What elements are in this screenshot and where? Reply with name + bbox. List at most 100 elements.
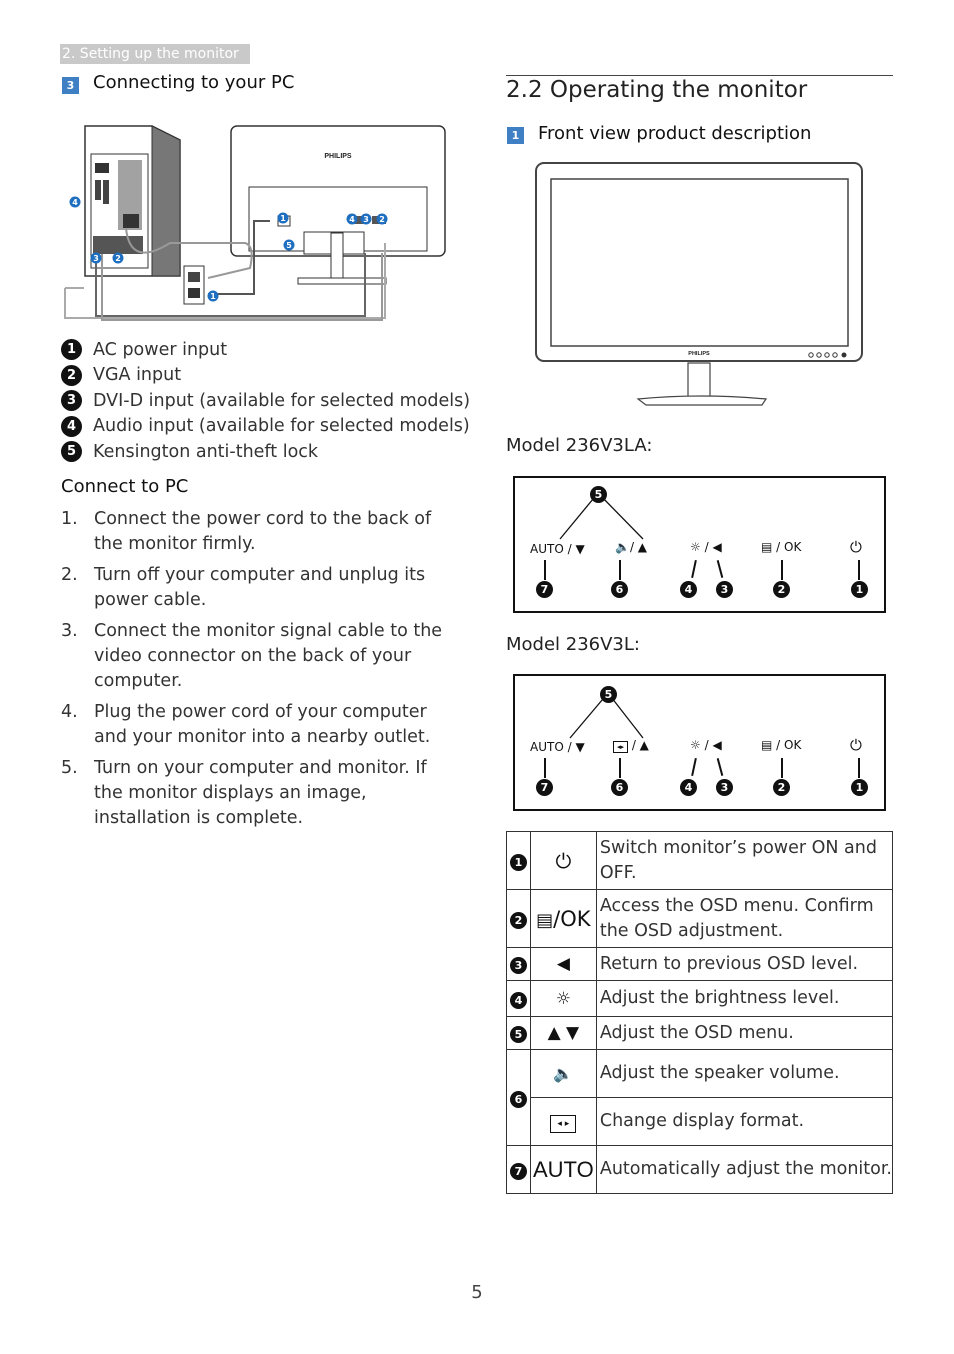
legend-text: VGA input	[93, 365, 182, 386]
step-number: 4.	[61, 702, 78, 722]
row-number: 7	[509, 1162, 527, 1180]
table-row: 2 ▤/OK Access the OSD menu. Confirm the …	[506, 889, 894, 948]
display-format-icon: ◂ ▸	[529, 1097, 597, 1146]
speaker-icon: 🔈	[615, 540, 630, 554]
legend-text: Audio input (available for selected mode…	[93, 416, 470, 437]
callout-2-pc: 2	[115, 254, 121, 263]
table-row: 6 🔈 Adjust the speaker volume.	[506, 1049, 894, 1146]
callout-number: 4	[680, 779, 697, 796]
callout-2-monitor: 2	[379, 215, 385, 224]
callout-number: 7	[536, 779, 553, 796]
table-row: 7 AUTO Automatically adjust the monitor.	[506, 1145, 894, 1194]
menu-ok-button-label: ▤ / OK	[761, 738, 802, 752]
callout-number: 3	[716, 581, 733, 598]
callout-number: 6	[611, 779, 628, 796]
legend-item: 3 DVI-D input (available for selected mod…	[61, 388, 470, 414]
step-item: 5. Turn on your computer and monitor. If …	[61, 756, 451, 831]
breadcrumb: 2. Setting up the monitor	[60, 44, 250, 64]
row-description: Return to previous OSD level.	[595, 947, 894, 981]
model-label-236v3l: Model 236V3L:	[506, 634, 640, 655]
callout-4-pc: 4	[72, 198, 78, 207]
menu-icon: ▤	[761, 738, 773, 752]
callout-3-pc: 3	[93, 254, 99, 263]
callout-1-outlet: 1	[210, 292, 216, 301]
page-number: 5	[471, 1282, 483, 1303]
power-icon: ⏻	[850, 538, 862, 556]
row-number: 1	[509, 853, 527, 871]
display-format-icon: ◂▸	[613, 741, 628, 753]
legend-text: DVI-D input (available for selected mode…	[93, 390, 471, 411]
menu-ok-button-label: ▤ / OK	[761, 540, 802, 554]
menu-icon: ▤	[761, 540, 773, 554]
callout-number: 1	[851, 779, 868, 796]
volume-up-button-label: 🔈/ ▲	[615, 540, 648, 554]
step-item: 4. Plug the power cord of your computer a…	[61, 700, 451, 750]
row-description: Access the OSD menu. Confirm the OSD adj…	[595, 889, 894, 948]
auto-down-button-label: AUTO / ▼	[530, 740, 585, 754]
callout-number: 7	[536, 581, 553, 598]
row-description: Adjust the brightness level.	[595, 980, 894, 1017]
callout-number: 2	[773, 581, 790, 598]
brightness-icon: ☼	[529, 980, 597, 1017]
table-row: 1 ⏻ Switch monitor’s power ON and OFF.	[506, 831, 894, 890]
legend-text: AC power input	[93, 339, 228, 360]
table-row: 4 ☼ Adjust the brightness level.	[506, 980, 894, 1017]
menu-ok-icon: ▤/OK	[529, 889, 597, 948]
row-number: 5	[509, 1026, 527, 1043]
button-panel-236v3la: 5 AUTO / ▼ 🔈/ ▲ ☼ / ◀ ▤ / OK ⏻ 7 6 4 3 2…	[513, 476, 886, 613]
table-row: ◂ ▸ Change display format.	[507, 1097, 894, 1146]
step-text: Plug the power cord of your computer and…	[94, 702, 431, 747]
left-triangle-icon: ◀	[529, 947, 597, 981]
step-item: 2. Turn off your computer and unplug its …	[61, 563, 451, 613]
row-number: 2	[509, 911, 527, 929]
port-legend: 1 AC power input 2 VGA input 3 DVI-D input …	[61, 337, 470, 465]
legend-item: 5 Kensington anti-theft lock	[61, 439, 470, 465]
button-panel-236v3l: 5 AUTO / ▼ ◂▸ / ▲ ☼ / ◀ ▤ / OK ⏻ 7 6 4 3…	[513, 674, 886, 811]
chapter-title: 2.2 Operating the monitor	[506, 77, 808, 103]
number-badge: 5	[61, 441, 82, 463]
row-description: Switch monitor’s power ON and OFF.	[595, 831, 894, 890]
callout-number: 2	[773, 779, 790, 796]
section-number-badge: 1	[507, 127, 524, 144]
callout-1-monitor: 1	[280, 214, 286, 223]
step-text: Turn on your computer and monitor. If th…	[94, 758, 427, 828]
table-row: 5 ▲ ▼ Adjust the OSD menu.	[506, 1016, 894, 1050]
step-number: 3.	[61, 621, 78, 641]
brightness-left-button-label: ☼ / ◀	[690, 540, 722, 554]
row-description: Adjust the speaker volume.	[595, 1049, 894, 1098]
number-badge: 3	[61, 390, 82, 412]
monitor-back-brand: PHILIPS	[324, 153, 352, 160]
step-item: 3. Connect the monitor signal cable to th…	[61, 619, 451, 694]
legend-item: 1 AC power input	[61, 337, 470, 363]
step-text: Connect the power cord to the back of th…	[94, 509, 432, 554]
section-title: Connecting to your PC	[93, 72, 295, 93]
speaker-icon: 🔈	[529, 1049, 597, 1098]
number-badge: 2	[61, 364, 82, 386]
step-number: 2.	[61, 565, 78, 585]
section-number-badge: 3	[62, 77, 79, 94]
auto-down-button-label: AUTO / ▼	[530, 542, 585, 556]
power-icon: ⏻	[529, 831, 597, 890]
monitor-front-illustration: PHILIPS	[535, 162, 863, 406]
row-number: 3	[509, 957, 527, 974]
row-description: Automatically adjust the monitor.	[595, 1145, 894, 1194]
row-number: 6	[509, 1090, 527, 1108]
connect-heading: Connect to PC	[61, 476, 189, 497]
menu-icon: ▤	[536, 909, 554, 931]
table-row: 3 ◀ Return to previous OSD level.	[506, 947, 894, 981]
callout-number: 6	[611, 581, 628, 598]
steps-list: 1. Connect the power cord to the back of …	[61, 507, 451, 837]
step-number: 1.	[61, 509, 78, 529]
connection-diagram: PHILIPS 4 3 2 1 1 5 4 3 2	[64, 125, 446, 321]
row-number: 4	[509, 991, 527, 1009]
power-button-dot	[841, 352, 847, 358]
row-description: Change display format.	[595, 1097, 894, 1146]
callout-number: 5	[590, 486, 607, 503]
brightness-left-button-label: ☼ / ◀	[690, 738, 722, 752]
wall-outlet-illustration	[183, 265, 205, 305]
step-item: 1. Connect the power cord to the back of …	[61, 507, 451, 557]
monitor-front-brand: PHILIPS	[688, 351, 710, 357]
callout-number: 1	[851, 581, 868, 598]
callout-number: 3	[716, 779, 733, 796]
chapter-rule	[506, 75, 893, 76]
